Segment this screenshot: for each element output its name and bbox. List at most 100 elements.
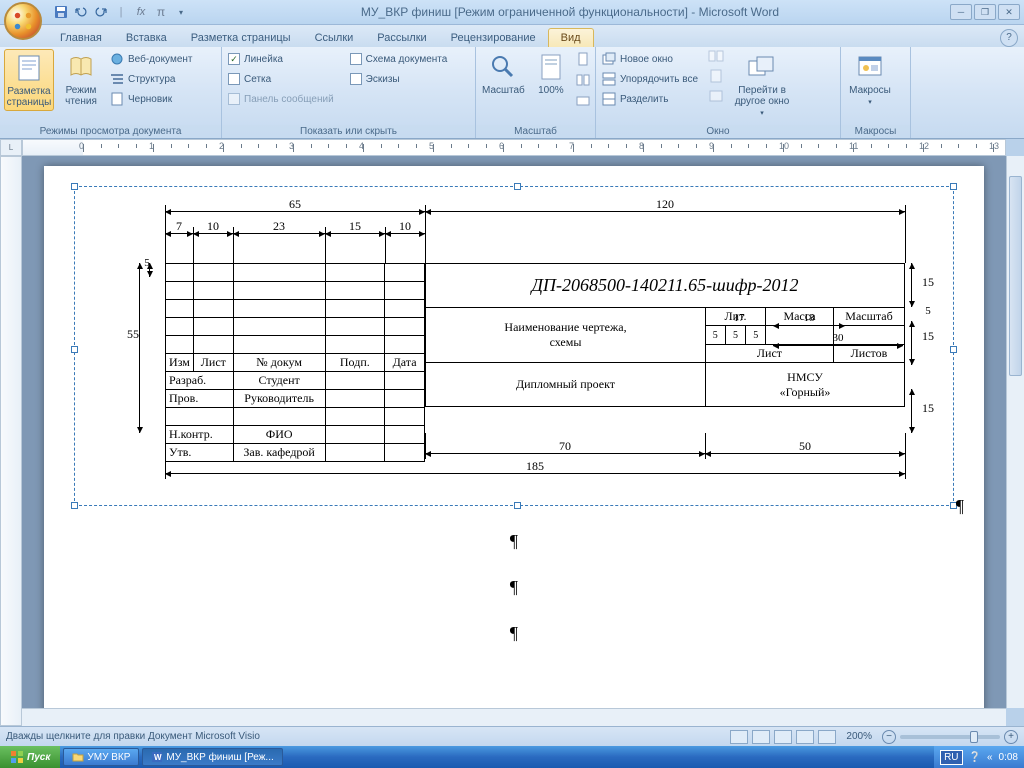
pi-icon[interactable]: π xyxy=(152,3,170,21)
group-window: Окно xyxy=(596,125,840,138)
horizontal-ruler[interactable]: 012345678910111213 xyxy=(22,139,1006,156)
print-layout-button[interactable]: Разметка страницы xyxy=(4,49,54,111)
tab-insert[interactable]: Вставка xyxy=(114,29,179,47)
zoom-out-button[interactable]: − xyxy=(882,730,896,744)
title-block-drawing: 65 120 7 10 23 15 10 5 55 xyxy=(85,197,943,497)
zoom100-button[interactable]: 100% xyxy=(529,49,573,98)
help-button[interactable]: ? xyxy=(1000,29,1018,47)
window-title: МУ_ВКР финиш [Режим ограниченной функцио… xyxy=(190,5,950,19)
split-icon xyxy=(602,92,616,106)
save-icon[interactable] xyxy=(52,3,70,21)
paragraph-mark: ¶ xyxy=(74,531,954,552)
qat-sep: | xyxy=(112,3,130,21)
minimize-button[interactable]: ─ xyxy=(950,4,972,20)
msgpanel-check[interactable]: Панель сообщений xyxy=(226,89,336,109)
tab-review[interactable]: Рецензирование xyxy=(439,29,548,47)
webdoc-button[interactable]: Веб-документ xyxy=(108,49,195,69)
vertical-ruler[interactable] xyxy=(0,156,22,726)
ruler-corner: L xyxy=(0,139,22,156)
checkbox-icon xyxy=(228,93,240,105)
checkbox-icon xyxy=(228,73,240,85)
thumbs-check[interactable]: Эскизы xyxy=(348,69,450,89)
paragraph-mark: ¶ xyxy=(956,496,964,517)
magnifier-icon xyxy=(487,51,519,83)
macros-button[interactable]: Макросы▾ xyxy=(845,49,895,108)
outline-icon xyxy=(110,72,124,86)
page: 65 120 7 10 23 15 10 5 55 xyxy=(44,166,984,726)
visio-object[interactable]: 65 120 7 10 23 15 10 5 55 xyxy=(74,186,954,506)
resetpos-icon xyxy=(708,89,724,109)
grid-check[interactable]: Сетка xyxy=(226,69,336,89)
clock[interactable]: 0:08 xyxy=(999,752,1018,763)
newwin-icon xyxy=(602,52,616,66)
system-tray: RU ❔ « 0:08 xyxy=(934,746,1024,768)
view-draft-icon[interactable] xyxy=(818,730,836,744)
view-web-icon[interactable] xyxy=(774,730,792,744)
undo-icon[interactable] xyxy=(72,3,90,21)
syncscroll-icon xyxy=(708,69,724,89)
statusbar: Дважды щелкните для правки Документ Micr… xyxy=(0,726,1024,746)
tab-refs[interactable]: Ссылки xyxy=(303,29,366,47)
taskbar-item-active[interactable]: W МУ_ВКР финиш [Реж... xyxy=(142,748,282,766)
view-print-icon[interactable] xyxy=(730,730,748,744)
paragraph-mark: ¶ xyxy=(74,577,954,598)
newwin-button[interactable]: Новое окно xyxy=(600,49,700,69)
vertical-scrollbar[interactable] xyxy=(1006,156,1024,708)
draft-icon xyxy=(110,92,124,106)
svg-text:W: W xyxy=(154,753,162,762)
checkbox-icon xyxy=(350,53,362,65)
docmap-check[interactable]: Схема документа xyxy=(348,49,450,69)
folder-icon xyxy=(72,751,84,763)
checkbox-icon xyxy=(350,73,362,85)
tab-layout[interactable]: Разметка страницы xyxy=(179,29,303,47)
start-button[interactable]: Пуск xyxy=(0,746,60,768)
sidebyside-icon xyxy=(708,49,724,69)
ribbon: Разметка страницы Режим чтения Веб-докум… xyxy=(0,47,1024,139)
quick-access-toolbar: | fx π ▾ xyxy=(52,3,190,21)
paragraph-mark: ¶ xyxy=(74,623,954,644)
tab-home[interactable]: Главная xyxy=(48,29,114,47)
view-outline-icon[interactable] xyxy=(796,730,814,744)
twopage-icon[interactable] xyxy=(575,72,591,91)
arrange-button[interactable]: Упорядочить все xyxy=(600,69,700,89)
macros-icon xyxy=(854,51,886,83)
group-zoom: Масштаб xyxy=(476,125,595,138)
windows-logo-icon xyxy=(10,750,24,764)
close-button[interactable]: ✕ xyxy=(998,4,1020,20)
globe-icon xyxy=(110,52,124,66)
pagewidth-icon[interactable] xyxy=(575,93,591,112)
reading-button[interactable]: Режим чтения xyxy=(56,49,106,109)
tray-icon[interactable]: ❔ xyxy=(969,752,981,763)
group-viewmodes: Режимы просмотра документа xyxy=(0,125,221,138)
document-area[interactable]: 65 120 7 10 23 15 10 5 55 xyxy=(22,156,1006,726)
outline-button[interactable]: Структура xyxy=(108,69,195,89)
ribbon-tabs: Главная Вставка Разметка страницы Ссылки… xyxy=(0,25,1024,47)
arrange-icon xyxy=(602,72,616,86)
tab-view[interactable]: Вид xyxy=(548,28,594,47)
zoom-slider[interactable] xyxy=(900,735,1000,739)
zoom-pct[interactable]: 200% xyxy=(846,731,872,742)
zoom-button[interactable]: Масштаб xyxy=(480,49,527,98)
horizontal-scrollbar[interactable] xyxy=(22,708,1006,726)
office-button[interactable] xyxy=(4,2,42,40)
switch-window-button[interactable]: Перейти в другое окно▾ xyxy=(730,49,794,119)
redo-icon[interactable] xyxy=(92,3,110,21)
stamp-left-table: ИзмЛист№ докумПодп.Дата Разраб.Студент П… xyxy=(165,263,425,462)
split-button[interactable]: Разделить xyxy=(600,89,700,109)
draft-button[interactable]: Черновик xyxy=(108,89,195,109)
lang-indicator[interactable]: RU xyxy=(940,750,962,765)
ruler-check[interactable]: ✓Линейка xyxy=(226,49,336,69)
titlebar: | fx π ▾ МУ_ВКР финиш [Режим ограниченно… xyxy=(0,0,1024,25)
group-show: Показать или скрыть xyxy=(222,125,475,138)
qat-more-icon[interactable]: ▾ xyxy=(172,3,190,21)
zoom-in-button[interactable]: + xyxy=(1004,730,1018,744)
view-read-icon[interactable] xyxy=(752,730,770,744)
fx-icon[interactable]: fx xyxy=(132,3,150,21)
onepage-icon[interactable] xyxy=(575,51,591,70)
restore-button[interactable]: ❐ xyxy=(974,4,996,20)
group-macros: Макросы xyxy=(841,125,910,138)
tab-mail[interactable]: Рассылки xyxy=(365,29,438,47)
taskbar-item[interactable]: УМУ ВКР xyxy=(63,748,139,766)
tray-expand-icon[interactable]: « xyxy=(987,752,993,763)
page-icon xyxy=(535,51,567,83)
